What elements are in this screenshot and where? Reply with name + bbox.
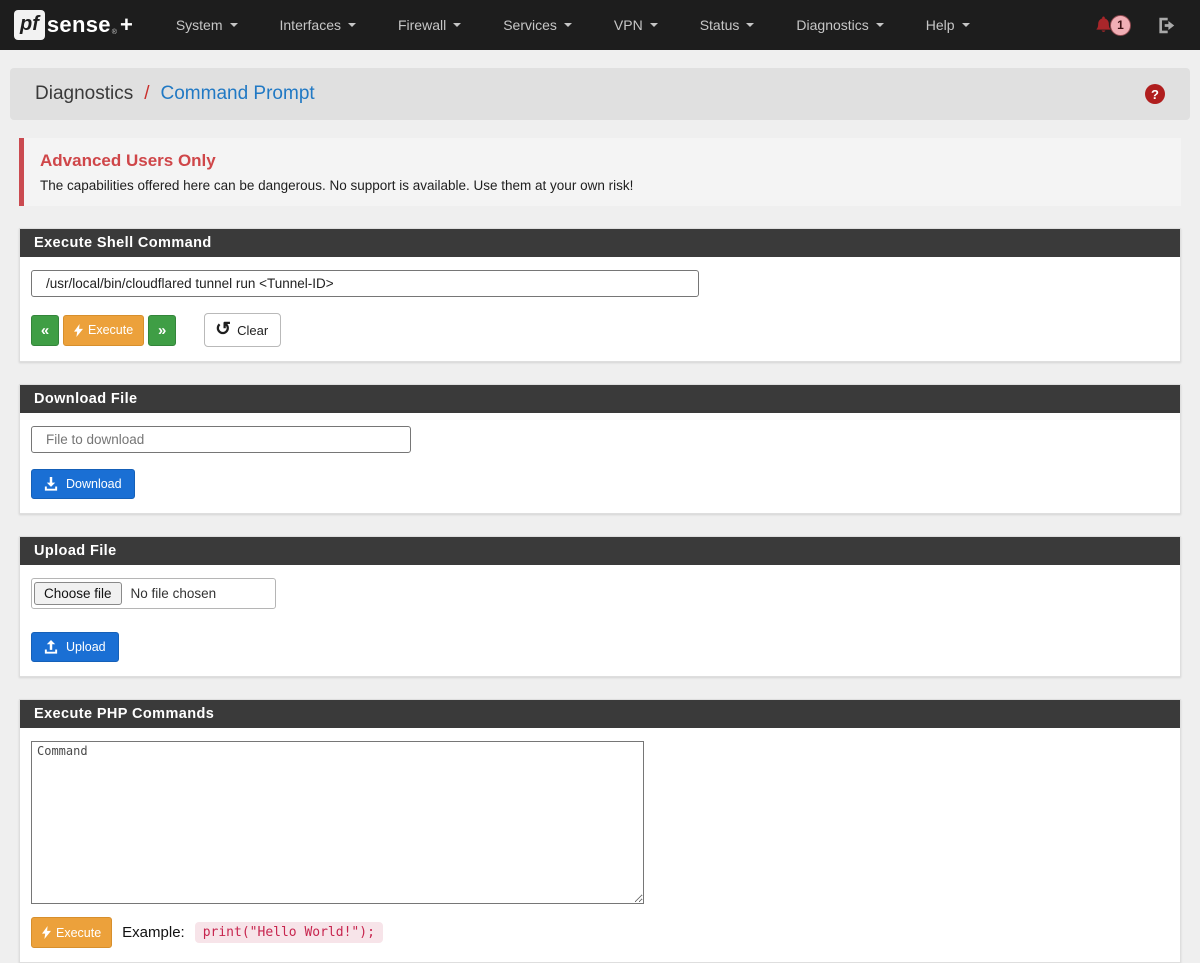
caret-down-icon (564, 23, 572, 27)
warning-alert: Advanced Users Only The capabilities off… (19, 138, 1181, 206)
shell-panel-body: « Execute » ↺ Clear (20, 257, 1180, 361)
undo-icon: ↺ (215, 320, 231, 339)
php-command-textarea[interactable] (31, 741, 644, 904)
execute-php-button[interactable]: Execute (31, 917, 112, 948)
download-button-label: Download (66, 477, 122, 491)
download-button-row: Download (31, 469, 1169, 499)
shell-panel-title: Execute Shell Command (20, 229, 1180, 257)
top-navbar: pf sense ® + System Interfaces Firewall … (0, 0, 1200, 50)
menu-services[interactable]: Services (482, 0, 593, 50)
double-chevron-left-icon: « (41, 322, 49, 339)
shell-command-panel: Execute Shell Command « Execute » ↺ Clea… (19, 228, 1181, 362)
example-code: print("Hello World!"); (195, 922, 383, 943)
breadcrumb: Diagnostics / Command Prompt ? (10, 68, 1190, 120)
history-forward-button[interactable]: » (148, 315, 176, 346)
menu-diagnostics-label: Diagnostics (796, 17, 868, 33)
upload-icon (44, 640, 58, 654)
menu-vpn-label: VPN (614, 17, 643, 33)
php-panel-body: Execute Example: print("Hello World!"); (20, 728, 1180, 962)
logout-button[interactable] (1157, 16, 1176, 35)
menu-system-label: System (176, 17, 223, 33)
caret-down-icon (650, 23, 658, 27)
upload-panel-title: Upload File (20, 537, 1180, 565)
menu-interfaces[interactable]: Interfaces (259, 0, 377, 50)
notifications-button[interactable]: 1 (1095, 15, 1131, 36)
execute-php-label: Execute (56, 926, 101, 940)
menu-system[interactable]: System (155, 0, 259, 50)
clear-label: Clear (237, 323, 268, 338)
caret-down-icon (962, 23, 970, 27)
upload-button-label: Upload (66, 640, 106, 654)
pfsense-logo[interactable]: pf sense ® + (14, 10, 133, 40)
caret-down-icon (746, 23, 754, 27)
double-chevron-right-icon: » (158, 322, 166, 339)
caret-down-icon (453, 23, 461, 27)
pfsense-logo-sense: sense (47, 12, 111, 38)
choose-file-button[interactable]: Choose file (34, 582, 122, 605)
menu-status-label: Status (700, 17, 740, 33)
menu-vpn[interactable]: VPN (593, 0, 679, 50)
registered-mark: ® (112, 29, 117, 36)
alert-title: Advanced Users Only (40, 151, 1165, 171)
upload-file-panel: Upload File Choose file No file chosen U… (19, 536, 1181, 677)
download-panel-title: Download File (20, 385, 1180, 413)
menu-status[interactable]: Status (679, 0, 776, 50)
menu-firewall-label: Firewall (398, 17, 446, 33)
shell-button-row: « Execute » ↺ Clear (31, 313, 1169, 347)
example-label: Example: (122, 924, 185, 941)
help-icon[interactable]: ? (1145, 84, 1165, 104)
menu-help-label: Help (926, 17, 955, 33)
clear-button[interactable]: ↺ Clear (204, 313, 281, 347)
php-button-row: Execute Example: print("Hello World!"); (31, 917, 1169, 948)
php-panel-title: Execute PHP Commands (20, 700, 1180, 728)
download-file-panel: Download File Download (19, 384, 1181, 514)
upload-button-row: Upload (31, 632, 1169, 662)
menu-firewall[interactable]: Firewall (377, 0, 482, 50)
upload-button[interactable]: Upload (31, 632, 119, 662)
lightning-bolt-icon (42, 926, 51, 939)
lightning-bolt-icon (74, 324, 83, 337)
pfsense-logo-plus: + (120, 12, 133, 38)
history-back-button[interactable]: « (31, 315, 59, 346)
main-menu: System Interfaces Firewall Services VPN … (155, 0, 991, 50)
breadcrumb-section: Diagnostics (35, 83, 133, 105)
menu-help[interactable]: Help (905, 0, 991, 50)
file-input[interactable]: Choose file No file chosen (31, 578, 276, 609)
navbar-right: 1 (1095, 15, 1186, 36)
pfsense-logo-pf: pf (14, 10, 45, 40)
menu-diagnostics[interactable]: Diagnostics (775, 0, 904, 50)
download-panel-body: Download (20, 413, 1180, 513)
menu-interfaces-label: Interfaces (280, 17, 341, 33)
file-chosen-status: No file chosen (131, 586, 217, 601)
execute-shell-button[interactable]: Execute (63, 315, 144, 346)
notification-count-badge: 1 (1110, 15, 1131, 36)
menu-services-label: Services (503, 17, 557, 33)
breadcrumb-separator: / (144, 83, 149, 105)
caret-down-icon (230, 23, 238, 27)
execute-shell-label: Execute (88, 323, 133, 337)
upload-panel-body: Choose file No file chosen Upload (20, 565, 1180, 676)
shell-command-input[interactable] (31, 270, 699, 297)
php-commands-panel: Execute PHP Commands Execute Example: pr… (19, 699, 1181, 963)
download-icon (44, 477, 58, 491)
caret-down-icon (348, 23, 356, 27)
download-button[interactable]: Download (31, 469, 135, 499)
breadcrumb-page-link[interactable]: Command Prompt (161, 83, 315, 105)
caret-down-icon (876, 23, 884, 27)
alert-body: The capabilities offered here can be dan… (40, 178, 1165, 193)
download-path-input[interactable] (31, 426, 411, 453)
